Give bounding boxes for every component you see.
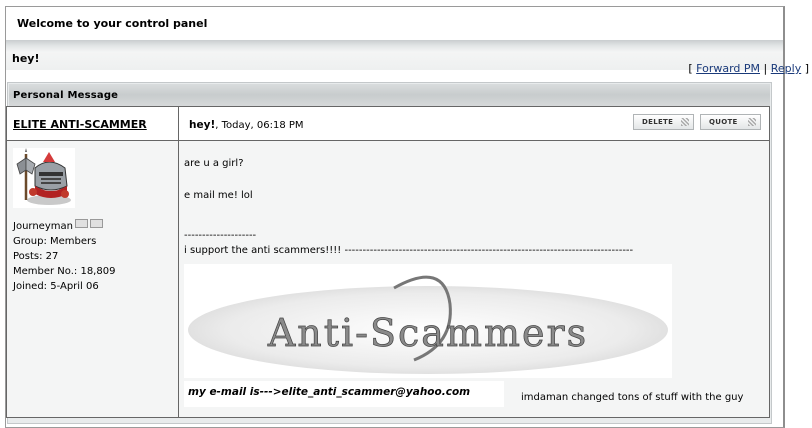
pm-nav-links: [ Forward PM | Reply ] bbox=[688, 62, 809, 75]
forward-pm-link[interactable]: Forward PM bbox=[696, 62, 760, 75]
personal-message-title: Personal Message bbox=[13, 90, 119, 101]
author-group: Group: Members bbox=[13, 236, 97, 247]
bracket-open: [ bbox=[688, 62, 693, 75]
reply-link[interactable]: Reply bbox=[771, 62, 801, 75]
pm-subject: hey! bbox=[12, 52, 40, 65]
email-signature-text: my e-mail is--->elite_anti_scammer@yahoo… bbox=[188, 386, 471, 398]
anti-scammers-banner: Anti-Scammers bbox=[184, 264, 672, 378]
author-info-column: Journeyman Group: Members Posts: 27 Memb… bbox=[7, 141, 179, 417]
welcome-header: Welcome to your control panel bbox=[6, 7, 783, 41]
trailing-message-text: imdaman changed tons of stuff with the g… bbox=[521, 392, 744, 403]
message-header-cell: hey!, Today, 06:18 PM DELETE QUOTE bbox=[179, 107, 769, 141]
avatar bbox=[13, 148, 75, 208]
button-grip-icon bbox=[748, 118, 756, 126]
message-post: ELITE ANTI-SCAMMER hey!, Today, 06:18 PM… bbox=[6, 106, 770, 418]
author-name-cell: ELITE ANTI-SCAMMER bbox=[7, 107, 179, 141]
email-signature-image: my e-mail is--->elite_anti_scammer@yahoo… bbox=[184, 381, 504, 407]
pm-subject-bar: hey! bbox=[6, 40, 783, 70]
quote-label: QUOTE bbox=[709, 118, 738, 126]
welcome-title: Welcome to your control panel bbox=[17, 17, 208, 30]
author-posts: Posts: 27 bbox=[13, 251, 59, 262]
knight-avatar-icon bbox=[16, 148, 71, 205]
quote-button[interactable]: QUOTE bbox=[700, 114, 761, 130]
anti-scammers-banner-image: Anti-Scammers bbox=[184, 264, 672, 378]
author-name-link[interactable]: ELITE ANTI-SCAMMER bbox=[13, 118, 147, 131]
message-body: are u a girl? e mail me! lol -----------… bbox=[179, 141, 769, 417]
author-member-no: Member No.: 18,809 bbox=[13, 266, 116, 277]
message-title: hey!, Today, 06:18 PM bbox=[189, 119, 304, 131]
bracket-close: ] bbox=[804, 62, 809, 75]
personal-message-header: Personal Message bbox=[9, 84, 770, 107]
author-rank-text: Journeyman bbox=[13, 221, 73, 232]
message-date: , Today, 06:18 PM bbox=[215, 120, 304, 131]
signature-divider: -------------------- bbox=[184, 230, 257, 241]
message-subject: hey! bbox=[189, 119, 216, 131]
button-grip-icon bbox=[681, 118, 689, 126]
author-info: Journeyman Group: Members Posts: 27 Memb… bbox=[13, 219, 115, 294]
rank-pip-icon bbox=[74, 219, 88, 228]
author-rank: Journeyman bbox=[13, 219, 115, 234]
rank-pip-icon bbox=[89, 219, 103, 228]
delete-button[interactable]: DELETE bbox=[633, 114, 694, 130]
message-line-1: are u a girl? bbox=[184, 158, 244, 169]
delete-label: DELETE bbox=[642, 118, 674, 126]
banner-text: Anti-Scammers bbox=[267, 311, 588, 355]
nav-separator: | bbox=[763, 62, 768, 75]
message-line-2: e mail me! lol bbox=[184, 190, 253, 201]
author-joined: Joined: 5-April 06 bbox=[13, 281, 99, 292]
signature-text: i support the anti scammers!!!! --------… bbox=[184, 245, 634, 256]
